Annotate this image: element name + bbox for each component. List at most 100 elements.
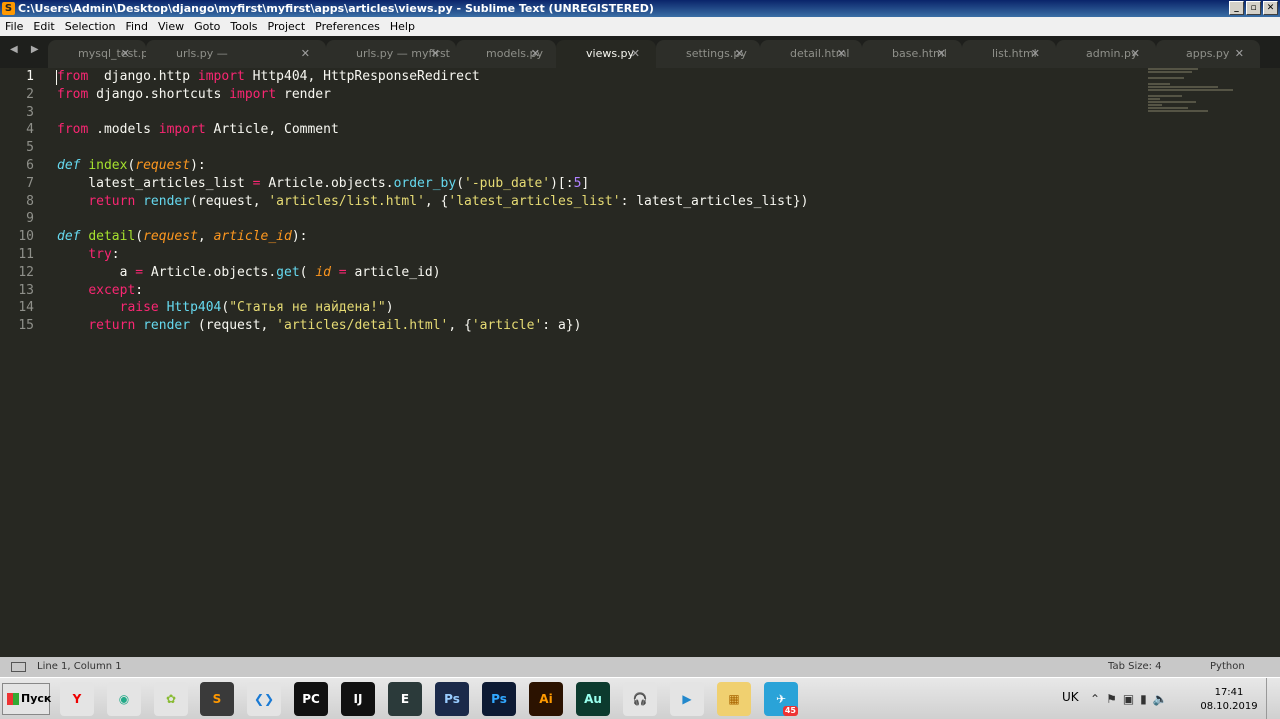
monitor-icon[interactable] <box>11 662 26 672</box>
language-indicator[interactable]: UK <box>1062 690 1079 704</box>
tab-base-html[interactable]: base.html ✕ <box>862 40 962 68</box>
menu-find[interactable]: Find <box>120 17 153 36</box>
menu-selection[interactable]: Selection <box>60 17 121 36</box>
code-token: Http404 <box>166 300 222 316</box>
code-line[interactable]: a = Article.objects.get( id = article_id… <box>57 264 808 282</box>
vscode-taskbar-icon[interactable]: ❮❯ <box>247 682 281 716</box>
illustrator-taskbar-icon[interactable]: Ai <box>529 682 563 716</box>
code-token: , { <box>424 193 449 209</box>
tab-close-icon[interactable]: ✕ <box>531 40 540 68</box>
tab-admin-py[interactable]: admin.py ✕ <box>1056 40 1156 68</box>
start-button[interactable]: Пуск <box>2 683 51 715</box>
tab-urls-py-myfirst-apps-articles[interactable]: urls.py — myfirst\apps\articles✕ <box>146 40 326 88</box>
code-line[interactable]: return render (request, 'articles/detail… <box>57 317 808 335</box>
tab-close-icon[interactable]: ✕ <box>431 40 440 68</box>
media-player-taskbar-icon[interactable]: ▶ <box>670 682 704 716</box>
intellij-taskbar-icon[interactable]: IJ <box>341 682 375 716</box>
tab-close-icon[interactable]: ✕ <box>1131 40 1140 68</box>
menu-view[interactable]: View <box>153 17 189 36</box>
audition-taskbar-icon[interactable]: Au <box>576 682 610 716</box>
tab-close-icon[interactable]: ✕ <box>121 40 130 68</box>
sublime-text-taskbar-icon[interactable]: S <box>200 682 234 716</box>
volume-icon[interactable]: 🔈 <box>1153 692 1174 706</box>
tab-models-py[interactable]: models.py ✕ <box>456 40 556 68</box>
chrome-taskbar-icon[interactable]: ◉ <box>107 682 141 716</box>
code-token: : <box>135 282 144 298</box>
flag-icon[interactable]: ⚑ <box>1106 692 1123 706</box>
code-line[interactable]: from django.http import Http404, HttpRes… <box>57 68 808 86</box>
code-line[interactable]: from django.shortcuts import render <box>57 86 808 104</box>
code-area[interactable]: from django.http import Http404, HttpRes… <box>57 68 808 335</box>
tab-views-py[interactable]: views.py ✕ <box>556 40 656 68</box>
line-number: 13 <box>18 282 34 298</box>
code-token: django.shortcuts <box>88 86 230 102</box>
syntax-indicator[interactable]: Python <box>1210 657 1245 677</box>
media-player-glyph-icon: ▶ <box>682 692 692 706</box>
code-line[interactable]: def detail(request, article_id): <box>57 228 808 246</box>
network-icon[interactable]: ▣ <box>1123 692 1140 706</box>
tab-close-icon[interactable]: ✕ <box>735 40 744 68</box>
tab-label: views.py <box>586 47 635 60</box>
file-explorer-taskbar-icon[interactable]: ▦ <box>717 682 751 716</box>
tab-nav-arrows-icon[interactable]: ◀ ▶ <box>10 44 44 55</box>
code-line[interactable]: latest_articles_list = Article.objects.o… <box>57 175 808 193</box>
menu-edit[interactable]: Edit <box>28 17 59 36</box>
menu-help[interactable]: Help <box>385 17 420 36</box>
yandex-browser-taskbar-icon[interactable]: Y <box>60 682 94 716</box>
menu-project[interactable]: Project <box>263 17 311 36</box>
tab-label: admin.py <box>1086 47 1138 60</box>
tab-list-html[interactable]: list.html ✕ <box>962 40 1056 68</box>
window-title-bar[interactable]: S C:\Users\Admin\Desktop\django\myfirst\… <box>0 0 1280 17</box>
minimap[interactable] <box>1148 68 1238 112</box>
tab-close-icon[interactable]: ✕ <box>301 40 310 68</box>
lime-app-taskbar-icon[interactable]: ✿ <box>154 682 188 716</box>
code-line[interactable] <box>57 210 808 228</box>
tab-settings-py[interactable]: settings.py ✕ <box>656 40 760 68</box>
tab-apps-py[interactable]: apps.py ✕ <box>1156 40 1260 68</box>
tab-size-indicator[interactable]: Tab Size: 4 <box>1108 657 1162 677</box>
photoshop-2-taskbar-icon[interactable]: Ps <box>482 682 516 716</box>
code-line[interactable] <box>57 139 808 157</box>
chevron-icon[interactable]: ⌃ <box>1090 692 1106 706</box>
menu-file[interactable]: File <box>0 17 28 36</box>
clock[interactable]: 17:41 08.10.2019 <box>1198 686 1260 714</box>
signal-icon[interactable]: ▮ <box>1140 692 1153 706</box>
code-line[interactable]: try: <box>57 246 808 264</box>
eclipse-ide-taskbar-icon[interactable]: E <box>388 682 422 716</box>
headphones-app-glyph-icon: 🎧 <box>632 692 648 706</box>
code-line[interactable]: from .models import Article, Comment <box>57 121 808 139</box>
system-tray[interactable]: ⌃⚑▣▮🔈 <box>1090 692 1174 706</box>
tab-mysql-test-py[interactable]: mysql_test.py ✕ <box>48 40 155 68</box>
tab-close-icon[interactable]: ✕ <box>837 40 846 68</box>
sublime-app-icon: S <box>2 2 15 15</box>
tab-urls-py-myfirst[interactable]: urls.py — myfirst ✕ <box>326 40 456 68</box>
tab-close-icon[interactable]: ✕ <box>937 40 946 68</box>
menu-tools[interactable]: Tools <box>225 17 262 36</box>
code-line[interactable]: def index(request): <box>57 157 808 175</box>
code-line[interactable] <box>57 104 808 122</box>
code-editor[interactable]: 1 2 3 4 5 6 7 8 9 10 11 12 13 14 15 from django.http i… <box>0 68 1280 657</box>
headphones-app-taskbar-icon[interactable]: 🎧 <box>623 682 657 716</box>
tab-close-icon[interactable]: ✕ <box>1031 40 1040 68</box>
menu-preferences[interactable]: Preferences <box>310 17 385 36</box>
code-token: get <box>276 264 300 280</box>
clock-date: 08.10.2019 <box>1200 701 1258 712</box>
tab-close-icon[interactable]: ✕ <box>1235 40 1244 68</box>
menu-goto[interactable]: Goto <box>189 17 225 36</box>
restore-button[interactable]: ▫ <box>1246 1 1261 15</box>
show-desktop-button[interactable] <box>1266 678 1280 719</box>
pycharm-taskbar-icon[interactable]: PC <box>294 682 328 716</box>
close-button[interactable]: ✕ <box>1263 1 1278 15</box>
minimize-button[interactable]: _ <box>1229 1 1244 15</box>
code-line[interactable]: raise Http404("Статья не найдена!") <box>57 299 808 317</box>
code-line[interactable]: return render(request, 'articles/list.ht… <box>57 193 808 211</box>
code-token: = <box>252 175 261 191</box>
photoshop-1-taskbar-icon[interactable]: Ps <box>435 682 469 716</box>
code-line[interactable]: except: <box>57 282 808 300</box>
tab-detail-html[interactable]: detail.html ✕ <box>760 40 862 68</box>
telegram-taskbar-icon[interactable]: ✈ 45 <box>764 682 798 716</box>
cursor-position[interactable]: Line 1, Column 1 <box>37 657 122 677</box>
tab-close-icon[interactable]: ✕ <box>631 40 640 68</box>
